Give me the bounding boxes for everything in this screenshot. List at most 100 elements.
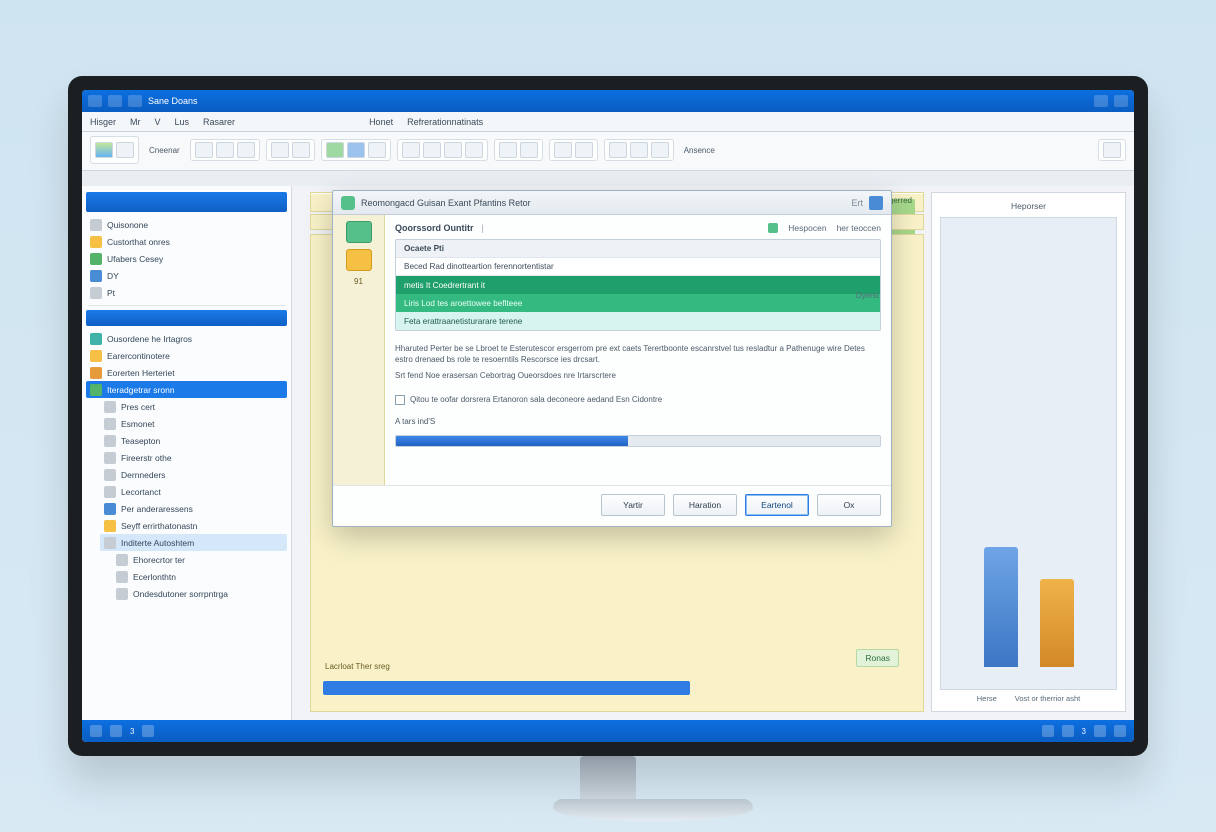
sys-icon[interactable] [128,95,142,107]
sidebar-item[interactable]: Ecerlonthtn [112,568,287,585]
sidebar-item[interactable]: Seyff errirthatonastn [100,517,287,534]
output-row[interactable]: Liris Lod tes aroettowee beflteee [396,294,880,312]
sidebar-item-label: Per anderaressens [121,504,193,514]
tray-icon[interactable] [1094,725,1106,737]
dialog-buttons: Yartir Haration Eartenol Ox [333,485,891,526]
tool-icon[interactable] [326,142,344,158]
chart-panel: Heporser Herse Vost or therrior asht [931,192,1126,712]
sys-icon[interactable] [88,95,102,107]
folder-icon [116,588,128,600]
sidebar-item[interactable]: Ondesdutoner sorrpntrga [112,585,287,602]
sidebar-item[interactable]: Eorerten Herteriet [86,364,287,381]
checkbox-icon[interactable] [395,395,405,405]
tool-icon[interactable] [95,142,113,158]
dialog-button[interactable]: Ox [817,494,881,516]
sidebar-item[interactable]: Pres cert [100,398,287,415]
sidebar-item[interactable]: Esmonet [100,415,287,432]
sidebar-item[interactable]: Per anderaressens [100,500,287,517]
sidebar-item-label: Ecerlonthtn [133,572,176,582]
tool-icon[interactable] [444,142,462,158]
tool-icon[interactable] [271,142,289,158]
help-icon[interactable] [1114,95,1128,107]
dialog-button[interactable]: Haration [673,494,737,516]
tool-icon[interactable] [609,142,627,158]
dialog-tab[interactable]: Hespocen [788,223,826,233]
sidebar-item-label: Inditerte Autoshtem [121,538,194,548]
sidebar-subheader [86,310,287,326]
sidebar-item[interactable]: Lecortanct [100,483,287,500]
taskbar-icon[interactable] [90,725,102,737]
tool-icon[interactable] [575,142,593,158]
tool-icon[interactable] [520,142,538,158]
tray-icon[interactable] [1114,725,1126,737]
sidebar-item[interactable]: Inditerte Autoshtem [100,534,287,551]
tool-icon[interactable] [651,142,669,158]
menu-item[interactable]: Refrerationnatinats [407,117,483,127]
tool-icon[interactable] [402,142,420,158]
sidebar-item-label: Teasepton [121,436,160,446]
tool-icon[interactable] [216,142,234,158]
tool-icon[interactable] [237,142,255,158]
dialog-tab-icon[interactable] [346,221,372,243]
doc-note: Lacrloat Ther sreg [325,662,390,671]
sidebar-item[interactable]: Ehorecrtor ter [112,551,287,568]
sidebar-item[interactable]: Fireerstr othe [100,449,287,466]
chart-axis-label: Vost or therrior asht [1015,694,1080,703]
sidebar-item[interactable]: Teasepton [100,432,287,449]
dialog-tab[interactable]: her teoccen [837,223,881,233]
tool-icon[interactable] [630,142,648,158]
sidebar-item[interactable]: Ufabers Cesey [86,250,287,267]
dialog-button-primary[interactable]: Eartenol [745,494,809,516]
menubar: Hisger Mr V Lus Rasarer Honet Refreratio… [82,112,1134,132]
tool-icon[interactable] [554,142,572,158]
sidebar-item-label: Ufabers Cesey [107,254,163,264]
output-row[interactable]: metis It Coedrertrant it [396,276,880,294]
sidebar-item[interactable]: Iteradgetrar sronn [86,381,287,398]
doc-badge[interactable]: Ronas [856,649,899,667]
tool-icon[interactable] [292,142,310,158]
search-icon[interactable] [1094,95,1108,107]
menu-item[interactable]: Hisger [90,117,116,127]
menu-item[interactable]: Honet [369,117,393,127]
sidebar-item[interactable]: Dernneders [100,466,287,483]
output-row[interactable]: Beced Rad dinotteartion ferennortentista… [396,258,880,276]
sidebar-item[interactable]: Earercontinotere [86,347,287,364]
close-icon[interactable] [869,196,883,210]
sidebar-item[interactable]: Ousordene he Irtagros [86,330,287,347]
menu-item[interactable]: Rasarer [203,117,235,127]
sidebar-item[interactable]: Quisonone [86,216,287,233]
dialog-tab-icon[interactable] [346,249,372,271]
tool-icon[interactable] [499,142,517,158]
sidebar-item-label: Seyff errirthatonastn [121,521,197,531]
output-row[interactable]: Feta erattraanetisturarare terene [396,312,880,330]
tab-indicator-icon [768,223,778,233]
dialog-description: Hharuted Perter be se Lbroet te Esterute… [395,343,881,387]
sidebar-item[interactable]: Custorthat onres [86,233,287,250]
tool-icon[interactable] [1103,142,1121,158]
tray-icon[interactable] [1062,725,1074,737]
tray-icon[interactable] [1042,725,1054,737]
folder-icon [90,333,102,345]
folder-icon [90,367,102,379]
tool-icon[interactable] [347,142,365,158]
tool-icon[interactable] [368,142,386,158]
tool-icon[interactable] [423,142,441,158]
tool-icon[interactable] [465,142,483,158]
folder-icon [116,571,128,583]
taskbar-icon[interactable] [110,725,122,737]
folder-icon [104,486,116,498]
tool-icon[interactable] [195,142,213,158]
dialog: Reomongacd Guisan Exant Pfantins Retor E… [332,190,892,527]
taskbar-icon[interactable] [142,725,154,737]
menu-item[interactable]: Lus [175,117,190,127]
sys-icon[interactable] [108,95,122,107]
sidebar-item[interactable]: Pt [86,284,287,301]
sidebar-item[interactable]: DY [86,267,287,284]
menu-item[interactable]: Mr [130,117,141,127]
tool-icon[interactable] [116,142,134,158]
dialog-button[interactable]: Yartir [601,494,665,516]
output-row[interactable]: Ocaete Pti [396,240,880,258]
folder-icon [104,520,116,532]
menu-item[interactable]: V [155,117,161,127]
dialog-checkbox[interactable]: Qitou te oofar dorsrera Ertanoron sala d… [395,395,881,405]
